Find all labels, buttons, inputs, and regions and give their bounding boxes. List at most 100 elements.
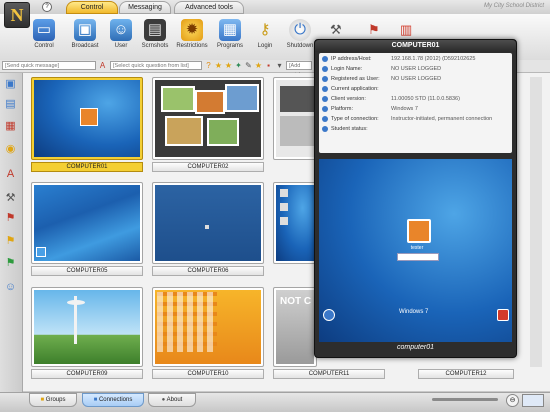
screen-preview xyxy=(155,290,261,364)
photo-thumb xyxy=(161,86,195,112)
tab-about[interactable]: ● About xyxy=(148,393,196,407)
computer-tile-10[interactable] xyxy=(152,287,264,367)
window-preview xyxy=(280,116,314,146)
tools-icon[interactable]: ⚒ xyxy=(3,191,18,206)
computer-label[interactable]: COMPUTER01 xyxy=(31,162,143,172)
computer-tile-07[interactable] xyxy=(273,182,317,264)
info-icon xyxy=(322,56,328,62)
star-icon[interactable]: ★ xyxy=(214,61,223,70)
school-name: My City School District xyxy=(483,3,544,9)
restrictions-icon: ✹ xyxy=(181,19,203,41)
computer-tile-09[interactable] xyxy=(31,287,143,367)
computer-label[interactable]: COMPUTER11 xyxy=(273,369,385,379)
layout-icon[interactable]: ▦ xyxy=(3,119,18,134)
send-message-icon[interactable]: A xyxy=(98,61,107,70)
tab-connections[interactable]: ■ Connections xyxy=(82,393,144,407)
info-icon xyxy=(322,76,328,82)
zoom-icon[interactable]: ⊖ xyxy=(506,394,519,407)
user-avatar xyxy=(80,108,98,126)
report-icon[interactable]: ▥ xyxy=(400,22,420,40)
pin-icon[interactable]: ✦ xyxy=(234,61,243,70)
star-icon[interactable]: ★ xyxy=(254,61,263,70)
computer-tile-03[interactable] xyxy=(273,77,317,160)
info-icon xyxy=(322,126,328,132)
zoom-slider[interactable] xyxy=(432,398,498,401)
tab-groups[interactable]: ■ Groups xyxy=(29,393,77,407)
space-needle-top xyxy=(67,300,85,305)
groups-icon: ■ xyxy=(40,397,45,403)
info-icon xyxy=(322,116,328,122)
monitor-icon: ▭ xyxy=(33,19,55,41)
screen-preview-large[interactable]: tester Windows 7 xyxy=(319,159,512,342)
flag-icon[interactable]: ⚑ xyxy=(368,22,386,40)
quick-question-select[interactable]: [Select quick question from list] xyxy=(110,61,202,70)
tab-control[interactable]: Control xyxy=(66,1,118,14)
desktop-icon xyxy=(36,247,46,257)
info-icon xyxy=(322,86,328,92)
computer-tile-06[interactable] xyxy=(152,182,264,264)
user-icon: ☺ xyxy=(110,19,132,41)
wrench-icon[interactable]: ⚒ xyxy=(330,22,348,40)
photo-thumb xyxy=(195,90,225,114)
info-row-login: Login Name: NO USER LOGGED xyxy=(319,65,512,73)
info-icon xyxy=(322,106,328,112)
info-panel: IP address/Host: 192.168.1.78 (2012) (D5… xyxy=(319,53,512,153)
tab-advanced-tools[interactable]: Advanced tools xyxy=(174,1,244,14)
broadcast-icon: ▣ xyxy=(74,19,96,41)
screen-preview xyxy=(155,80,261,157)
help-button[interactable]: ? xyxy=(42,2,52,12)
computer-tile-01[interactable] xyxy=(31,77,143,160)
computer-label[interactable]: COMPUTER10 xyxy=(152,369,264,379)
lock-icon[interactable]: ◉ xyxy=(3,142,18,157)
computer-label[interactable]: COMPUTER02 xyxy=(152,162,264,172)
green-flag-icon[interactable]: ⚑ xyxy=(3,256,18,271)
question-icon[interactable]: ? xyxy=(204,61,213,70)
desktop-icon xyxy=(280,203,288,211)
shutdown-icon: ⏻ xyxy=(289,19,311,41)
quick-message-input[interactable]: [Send quick message] xyxy=(2,61,96,70)
screen-preview: NOT C xyxy=(276,290,314,364)
text-icon[interactable]: A xyxy=(3,167,18,182)
view-mode-icon[interactable] xyxy=(522,394,544,407)
computer-info-popup: COMPUTER01 IP address/Host: 192.168.1.78… xyxy=(314,39,517,358)
lock-icon[interactable]: ▪ xyxy=(264,61,273,70)
computer-tile-05[interactable] xyxy=(31,182,143,264)
computer-tile-02[interactable] xyxy=(152,77,264,160)
programs-icon: ▦ xyxy=(219,19,241,41)
info-icon xyxy=(322,66,328,72)
computer-label[interactable]: COMPUTER12 xyxy=(418,369,514,379)
dropdown-icon[interactable]: ▾ xyxy=(275,61,284,70)
grid-scroll-area[interactable] xyxy=(530,77,542,367)
password-field[interactable] xyxy=(397,253,439,261)
star-icon[interactable]: ★ xyxy=(224,61,233,70)
add-quick-input[interactable]: [Add quick xyxy=(286,61,312,78)
screenshot-icon: ▤ xyxy=(144,19,166,41)
computer-tile-11[interactable]: NOT C xyxy=(273,287,317,367)
computer-label[interactable]: COMPUTER09 xyxy=(31,369,143,379)
screen-preview xyxy=(276,185,314,261)
computer-label[interactable]: COMPUTER05 xyxy=(31,266,143,276)
info-row-student-status: Student status: xyxy=(319,125,512,133)
popup-title: COMPUTER01 xyxy=(315,40,516,52)
network-icon[interactable]: ▣ xyxy=(3,77,18,92)
user-group-icon[interactable]: ☺ xyxy=(3,280,18,295)
computer-label[interactable]: COMPUTER06 xyxy=(152,266,264,276)
desktop-icons xyxy=(157,292,217,352)
tab-messaging[interactable]: Messaging xyxy=(119,1,171,14)
photo-thumb xyxy=(207,118,239,146)
about-icon: ● xyxy=(161,397,166,403)
power-icon[interactable] xyxy=(497,309,509,321)
screen-preview xyxy=(34,185,140,261)
pencil-icon[interactable]: ✎ xyxy=(244,61,253,70)
app-logo[interactable]: N xyxy=(4,2,30,28)
red-flag-icon[interactable]: ⚑ xyxy=(3,211,18,226)
info-icon xyxy=(322,96,328,102)
computers-icon[interactable]: ▤ xyxy=(3,97,18,112)
photo-thumb xyxy=(225,84,259,112)
yellow-flag-icon[interactable]: ⚑ xyxy=(3,234,18,249)
desktop-icon xyxy=(280,217,288,225)
popup-footer: computer01 xyxy=(397,344,434,351)
window-preview xyxy=(280,86,314,112)
accessibility-icon[interactable] xyxy=(323,309,335,321)
desktop-icon xyxy=(280,189,288,197)
